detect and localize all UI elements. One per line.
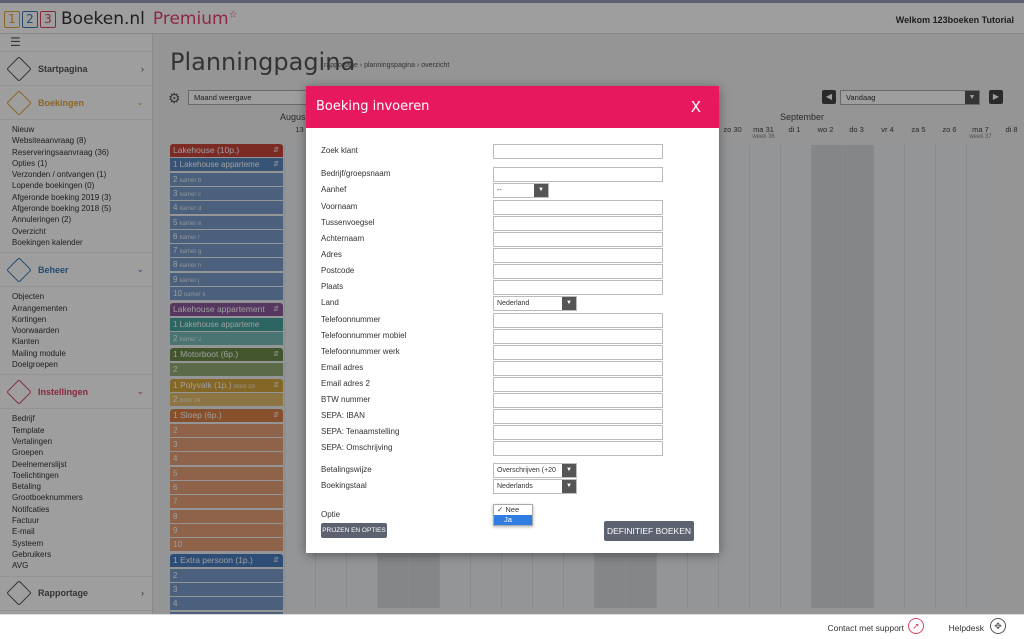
contact-support-link[interactable]: Contact met support (827, 623, 904, 633)
close-button[interactable]: X (691, 98, 701, 116)
form-row: Telefoonnummer (321, 313, 666, 328)
text-input[interactable] (493, 409, 663, 424)
field-label: Email adres (321, 363, 364, 372)
select-input[interactable]: Nederland ▼ (493, 296, 577, 311)
field-label: Postcode (321, 266, 355, 275)
field-label: Telefoonnummer werk (321, 347, 400, 356)
select-value: Overschrijven (+20 (497, 467, 556, 474)
form-row: Telefoonnummer mobiel (321, 329, 666, 344)
text-input[interactable] (493, 264, 663, 279)
text-input[interactable] (493, 144, 663, 159)
form-row: Telefoonnummer werk (321, 345, 666, 360)
form-row: Adres (321, 248, 666, 263)
chevron-down-icon: ▼ (562, 480, 576, 493)
field-label: Bedrijf/groepsnaam (321, 169, 391, 178)
rocket-icon[interactable]: ➚ (908, 618, 924, 634)
select-value: Nederland (497, 300, 530, 307)
text-input[interactable] (493, 345, 663, 360)
field-label: Telefoonnummer mobiel (321, 331, 407, 340)
field-label: Achternaam (321, 234, 365, 243)
form-row: Postcode (321, 264, 666, 279)
field-label: Aanhef (321, 185, 347, 194)
form-row: BTW nummer (321, 393, 666, 408)
optie-dropdown[interactable]: ✓ Nee Ja (493, 504, 533, 526)
field-label: Betalingswijze (321, 465, 372, 474)
form-row: Voornaam (321, 200, 666, 215)
text-input[interactable] (493, 216, 663, 231)
form-row: Tussenvoegsel (321, 216, 666, 231)
form-row: SEPA: IBAN (321, 409, 666, 424)
lifebuoy-icon[interactable]: ✥ (990, 618, 1006, 634)
field-label: Adres (321, 250, 342, 259)
field-label: Email adres 2 (321, 379, 370, 388)
form-row: Email adres 2 (321, 377, 666, 392)
text-input[interactable] (493, 361, 663, 376)
form-row: SEPA: Omschrijving (321, 441, 666, 456)
text-input[interactable] (493, 248, 663, 263)
select-input[interactable]: -- ▼ (493, 183, 549, 198)
form-row: Zoek klant (321, 144, 666, 159)
text-input[interactable] (493, 200, 663, 215)
form-row: SEPA: Tenaamstelling (321, 425, 666, 440)
text-input[interactable] (493, 441, 663, 456)
select-value: -- (497, 187, 502, 194)
field-label: Boekingstaal (321, 481, 367, 490)
text-input[interactable] (493, 167, 663, 182)
select-input[interactable]: Nederlands ▼ (493, 479, 577, 494)
booking-modal: Boeking invoeren X Optie ✓ Nee Ja PRIJZE… (306, 86, 719, 553)
form-row: Bedrijf/groepsnaam (321, 167, 666, 182)
text-input[interactable] (493, 393, 663, 408)
chevron-down-icon: ▼ (562, 464, 576, 477)
option-ja[interactable]: Ja (494, 515, 532, 525)
field-label: Telefoonnummer (321, 315, 381, 324)
text-input[interactable] (493, 232, 663, 247)
field-label: SEPA: Omschrijving (321, 443, 393, 452)
form-row: Achternaam (321, 232, 666, 247)
field-label: BTW nummer (321, 395, 371, 404)
field-label: Voornaam (321, 202, 358, 211)
chevron-down-icon: ▼ (534, 184, 548, 197)
modal-header: Boeking invoeren X (306, 86, 719, 128)
field-label: SEPA: IBAN (321, 411, 365, 420)
form-row: Email adres (321, 361, 666, 376)
select-value: Nederlands (497, 483, 533, 490)
field-label: Zoek klant (321, 146, 358, 155)
form-row: Aanhef -- ▼ (321, 183, 666, 198)
form-row: Betalingswijze Overschrijven (+20 ▼ (321, 463, 666, 478)
prices-options-button[interactable]: PRIJZEN EN OPTIES (321, 523, 387, 538)
form-row: Land Nederland ▼ (321, 296, 666, 311)
option-nee[interactable]: ✓ Nee (494, 505, 532, 515)
field-label: Tussenvoegsel (321, 218, 375, 227)
text-input[interactable] (493, 329, 663, 344)
modal-title: Boeking invoeren (316, 99, 430, 114)
chevron-down-icon: ▼ (562, 297, 576, 310)
form-row: Plaats (321, 280, 666, 295)
form-row: Boekingstaal Nederlands ▼ (321, 479, 666, 494)
text-input[interactable] (493, 280, 663, 295)
footer: Contact met support ➚ Helpdesk ✥ (0, 614, 1024, 639)
field-label: SEPA: Tenaamstelling (321, 427, 400, 436)
field-label: Plaats (321, 282, 344, 291)
text-input[interactable] (493, 377, 663, 392)
field-label: Land (321, 298, 339, 307)
confirm-booking-button[interactable]: DEFINITIEF BOEKEN (604, 521, 694, 541)
text-input[interactable] (493, 313, 663, 328)
text-input[interactable] (493, 425, 663, 440)
helpdesk-link[interactable]: Helpdesk (949, 623, 984, 633)
select-input[interactable]: Overschrijven (+20 ▼ (493, 463, 577, 478)
optie-label: Optie (321, 510, 341, 519)
